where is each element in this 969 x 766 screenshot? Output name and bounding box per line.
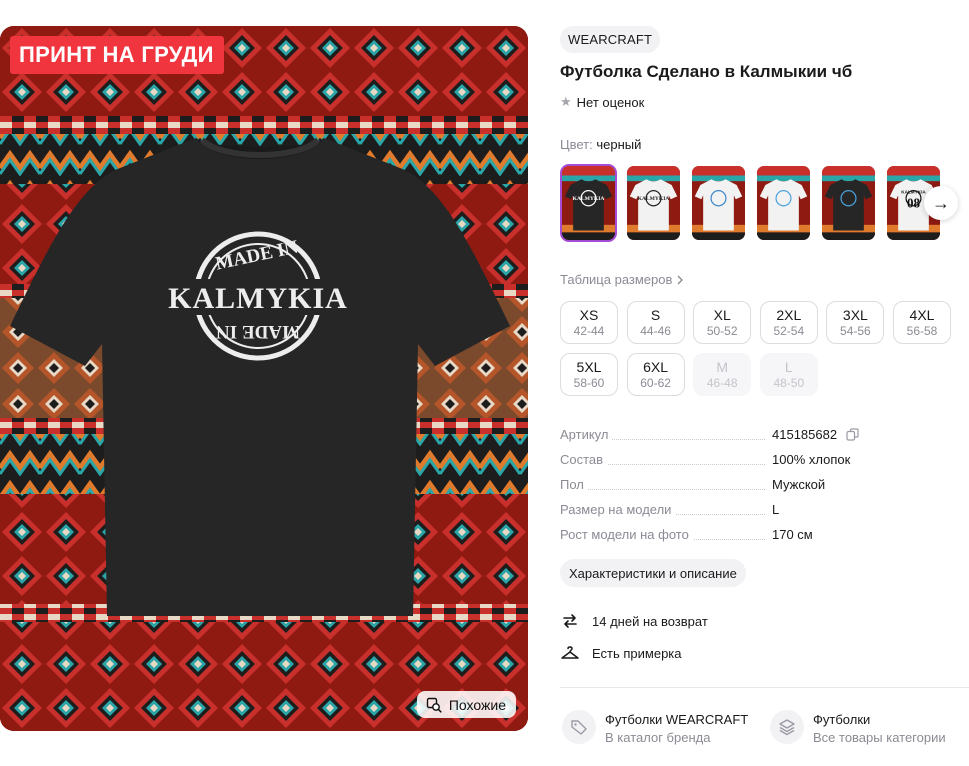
copy-icon[interactable] (846, 428, 859, 444)
size-option[interactable]: 3XL 54-56 (826, 301, 885, 344)
svg-text:MADE IN: MADE IN (216, 321, 300, 342)
size-label: S (650, 306, 661, 323)
size-label: L (784, 358, 793, 375)
return-arrows-icon (563, 614, 577, 628)
size-option[interactable]: XS 42-44 (560, 301, 618, 344)
chevron-right-icon (677, 275, 684, 284)
size-label: 6XL (643, 358, 669, 375)
size-label: 5XL (576, 358, 602, 375)
spec-leader (560, 489, 765, 490)
color-swatch[interactable] (755, 164, 812, 242)
category-subtitle: Все товары категории (813, 730, 946, 745)
hanger-icon (561, 646, 579, 659)
brand-catalog-link[interactable]: Футболки WEARCRAFT В каталог бренда (562, 710, 748, 747)
brand-catalog-subtitle: В каталог бренда (605, 730, 711, 745)
size-label: 4XL (909, 306, 935, 323)
size-label: 3XL (842, 306, 868, 323)
size-ru-range: 52-54 (773, 323, 805, 338)
similar-search-icon (426, 697, 442, 713)
swatch-print-caption: KALMYKIA (901, 189, 926, 194)
product-info: WEARCRAFT Футболка Сделано в Калмыкии чб… (560, 0, 969, 766)
size-label: M (716, 358, 729, 375)
product-photo: MADE IN KALMYKIA MADE IN (0, 26, 528, 731)
size-label: XL (713, 306, 731, 323)
spec-key: Пол (560, 477, 588, 492)
star-icon: ★ (560, 94, 572, 109)
category-title: Футболки (813, 712, 871, 727)
color-swatch[interactable] (690, 164, 747, 242)
spec-key: Размер на модели (560, 502, 676, 517)
size-option[interactable]: 2XL 52-54 (759, 301, 818, 344)
spec-row: Состав 100% хлопок (560, 449, 969, 471)
size-option[interactable]: 5XL 58-60 (560, 353, 618, 396)
size-ru-range: 60-62 (640, 375, 671, 390)
return-text: 14 дней на возврат (592, 613, 708, 629)
spec-value: Мужской (772, 477, 826, 492)
characteristics-button[interactable]: Характеристики и описание (560, 559, 746, 587)
size-table-label: Таблица размеров (560, 272, 673, 287)
divider (560, 687, 969, 688)
size-ru-range: 54-56 (840, 323, 871, 338)
size-ru-range: 46-48 (706, 375, 738, 390)
color-swatch[interactable]: KALMYKIA (625, 164, 682, 242)
fitting-feature: Есть примерка (560, 643, 682, 663)
size-option[interactable]: S 44-46 (626, 301, 685, 344)
swatches-next-button[interactable]: → (924, 186, 958, 220)
size-option: L 48-50 (759, 353, 818, 396)
spec-row: Размер на модели L (560, 499, 969, 521)
product-image[interactable]: MADE IN KALMYKIA MADE IN ПРИНТ НА ГРУДИ … (0, 26, 528, 731)
color-row: Цвет: черный (560, 137, 641, 152)
size-option[interactable]: 6XL 60-62 (626, 353, 685, 396)
swatch-print-text: KALMYKIA (573, 196, 606, 202)
rating-text: Нет оценок (576, 94, 645, 110)
arrow-right-icon: → (932, 192, 950, 213)
brand-catalog-title: Футболки WEARCRAFT (605, 712, 749, 727)
spec-value[interactable]: 415185682 (772, 427, 837, 442)
size-option: M 46-48 (693, 353, 752, 396)
brand-chip[interactable]: WEARCRAFT (560, 26, 661, 53)
spec-key: Рост модели на фото (560, 527, 693, 542)
size-table-link[interactable]: Таблица размеров (560, 272, 684, 287)
size-ru-range: 56-58 (906, 323, 938, 338)
size-ru-range: 58-60 (573, 375, 605, 390)
size-ru-range: 50-52 (706, 323, 738, 338)
return-feature: 14 дней на возврат (560, 611, 708, 631)
size-label: XS (579, 306, 599, 323)
spec-key: Артикул (560, 427, 613, 442)
stack-icon (770, 710, 804, 744)
svg-text:KALMYKIA: KALMYKIA (168, 282, 348, 315)
spec-key: Состав (560, 452, 608, 467)
swatch-print-text: 08 (907, 196, 920, 211)
rating[interactable]: ★ Нет оценок (560, 94, 644, 110)
product-title: Футболка Сделано в Калмыкии чб (560, 62, 853, 81)
color-swatches: KALMYKIA KALMYKIA 08 KALMYKIA → (560, 164, 969, 242)
color-swatch[interactable] (820, 164, 877, 242)
color-label: Цвет: (560, 137, 593, 152)
size-ru-range: 42-44 (573, 323, 605, 338)
spec-row: Рост модели на фото 170 см (560, 524, 969, 546)
fitting-text: Есть примерка (592, 645, 682, 661)
spec-row: Пол Мужской (560, 474, 969, 496)
spec-value: L (772, 502, 780, 517)
size-ru-range: 48-50 (773, 375, 805, 390)
similar-label: Похожие (448, 696, 506, 713)
size-label: 2XL (776, 306, 802, 323)
size-option[interactable]: 4XL 56-58 (893, 301, 951, 344)
swatch-print-text: KALMYKIA (638, 196, 671, 202)
color-value: черный (596, 137, 642, 152)
similar-button[interactable]: Похожие (416, 691, 516, 718)
category-link[interactable]: Футболки Все товары категории (770, 710, 946, 747)
spec-value: 170 см (772, 527, 813, 542)
spec-value: 100% хлопок (772, 452, 851, 467)
tag-icon (562, 710, 596, 744)
spec-row: Артикул 415185682 (560, 424, 969, 446)
size-ru-range: 44-46 (640, 323, 671, 338)
size-option[interactable]: XL 50-52 (693, 301, 752, 344)
print-badge: ПРИНТ НА ГРУДИ (10, 36, 224, 74)
color-swatch[interactable]: KALMYKIA (560, 164, 617, 242)
